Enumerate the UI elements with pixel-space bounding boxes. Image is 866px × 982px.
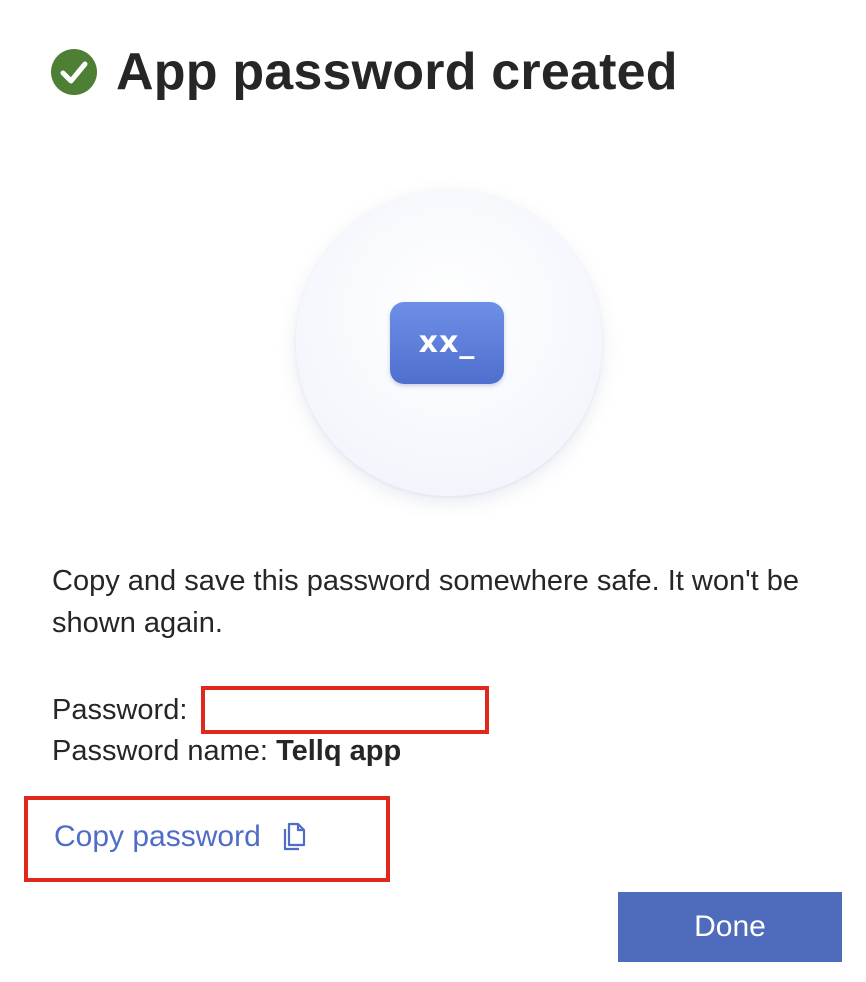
password-row: Password: [52, 686, 490, 734]
password-value [205, 690, 485, 730]
copy-highlight-box: Copy password [24, 796, 390, 882]
password-badge-text: xx_ [418, 325, 476, 360]
success-check-icon [51, 49, 97, 95]
password-name-row: Password name: Tellq app [52, 730, 401, 772]
instructions-text: Copy and save this password somewhere sa… [52, 565, 800, 639]
page-title: App password created [116, 43, 678, 101]
password-highlight-box [201, 686, 490, 734]
copy-password-link[interactable]: Copy password [54, 816, 309, 858]
dialog-header: App password created [50, 40, 678, 104]
password-name-value: Tellq app [276, 735, 402, 767]
copy-icon [283, 822, 305, 851]
password-badge-icon: xx_ [390, 302, 504, 384]
done-button[interactable]: Done [618, 892, 842, 962]
password-name-label: Password name: [52, 735, 268, 767]
password-illustration: xx_ [296, 190, 602, 496]
copy-password-label: Copy password [54, 820, 261, 853]
password-label: Password: [52, 694, 188, 726]
